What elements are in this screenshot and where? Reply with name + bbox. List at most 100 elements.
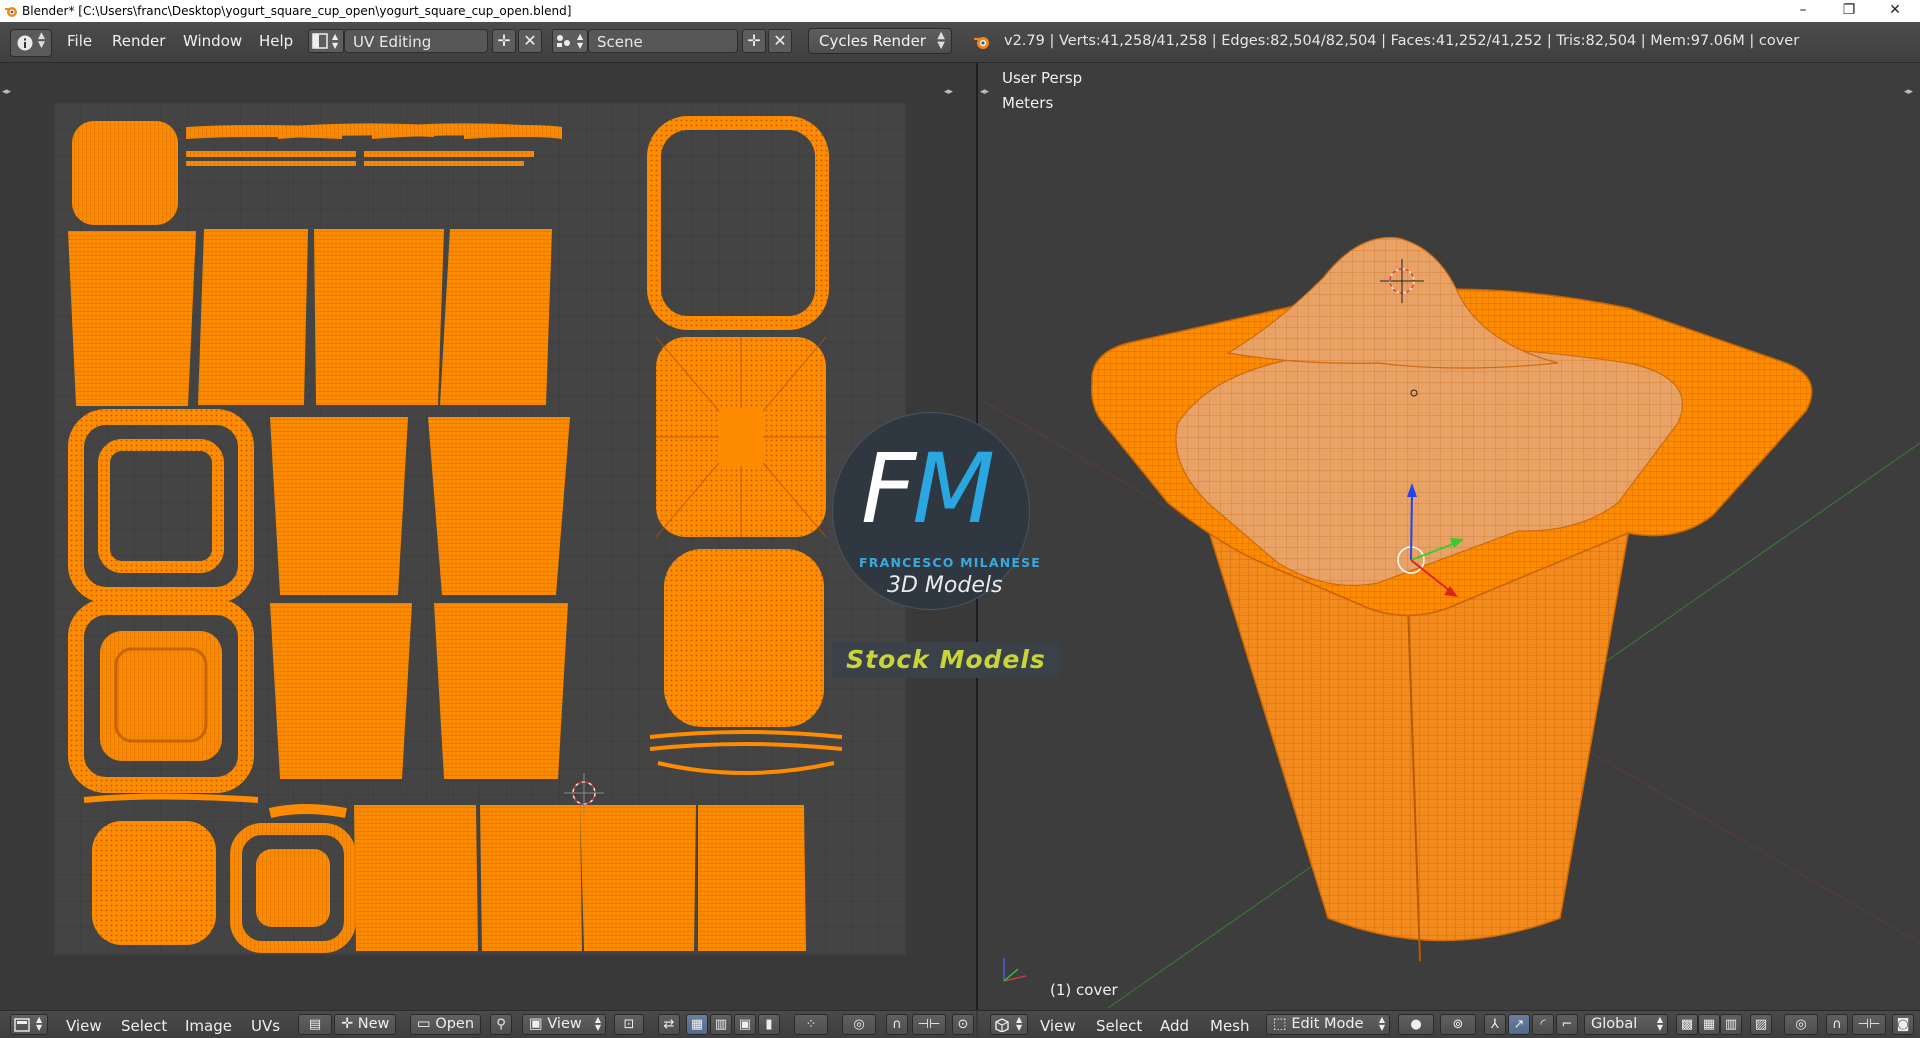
uv-island[interactable] bbox=[480, 805, 582, 951]
menu-window[interactable]: Window bbox=[183, 32, 242, 50]
screen-layout-field[interactable]: UV Editing bbox=[344, 29, 488, 53]
3d-menu-view[interactable]: View bbox=[1040, 1017, 1076, 1035]
uv-island[interactable] bbox=[186, 151, 356, 157]
scene-field[interactable]: Scene bbox=[588, 29, 738, 53]
remove-layout-button[interactable]: ✕ bbox=[518, 29, 542, 53]
3d-menu-mesh[interactable]: Mesh bbox=[1210, 1017, 1250, 1035]
island-select-button[interactable]: ▮ bbox=[758, 1014, 780, 1035]
proportional-edit-button[interactable]: ◎ bbox=[1784, 1014, 1818, 1035]
uv-island[interactable] bbox=[428, 417, 570, 595]
uv-island[interactable] bbox=[186, 161, 356, 166]
open-image-button[interactable]: ▭ Open bbox=[410, 1014, 482, 1035]
uv-island[interactable] bbox=[68, 231, 196, 406]
edge-mode-button[interactable]: ▥ bbox=[1720, 1014, 1742, 1035]
close-button[interactable]: ✕ bbox=[1872, 0, 1918, 22]
sync-selection-button[interactable]: ⇄ bbox=[658, 1014, 680, 1035]
uv-image-editor[interactable]: ◂▸ ◂▸ bbox=[0, 63, 976, 1010]
uv-island[interactable] bbox=[434, 603, 568, 779]
rotate-manipulator-button[interactable]: ◜ bbox=[1532, 1014, 1554, 1035]
mode-dropdown[interactable]: ▣ View ▲ ▼ bbox=[522, 1014, 606, 1035]
layers-button[interactable]: ▩ bbox=[1676, 1014, 1698, 1035]
uv-island[interactable] bbox=[664, 549, 824, 727]
uv-island[interactable] bbox=[72, 121, 178, 225]
uv-island[interactable] bbox=[354, 805, 478, 951]
camera-icon: ◙ bbox=[1896, 1017, 1910, 1032]
region-toggle-icon[interactable]: ◂▸ bbox=[980, 87, 989, 97]
menu-file[interactable]: File bbox=[67, 32, 92, 50]
uv-menu-image[interactable]: Image bbox=[185, 1017, 232, 1035]
render-preview-button[interactable]: ◙ bbox=[1892, 1014, 1914, 1035]
menu-help[interactable]: Help bbox=[259, 32, 293, 50]
info-header: ▲ ▼ File Render Window Help ▲ ▼ UV Editing… bbox=[0, 22, 1920, 63]
snap-element-button[interactable]: ⊣⊢ bbox=[912, 1014, 946, 1035]
uv-overlay-button[interactable]: ⊙ bbox=[952, 1014, 974, 1035]
scene-browse-button[interactable]: ▲ ▼ bbox=[552, 29, 588, 53]
minimize-button[interactable]: – bbox=[1780, 0, 1826, 22]
menu-render[interactable]: Render bbox=[112, 32, 165, 50]
region-toggle-icon[interactable]: ◂▸ bbox=[1904, 87, 1913, 97]
region-toggle-icon[interactable]: ◂▸ bbox=[944, 87, 953, 97]
uv-island[interactable] bbox=[83, 793, 259, 803]
layers-icon: ▩ bbox=[1680, 1017, 1694, 1032]
uv-island[interactable] bbox=[92, 821, 216, 945]
new-image-label: New bbox=[357, 1016, 390, 1032]
uv-menu-uvs[interactable]: UVs bbox=[251, 1017, 280, 1035]
uv-island[interactable] bbox=[364, 151, 534, 157]
3d-menu-select[interactable]: Select bbox=[1096, 1017, 1142, 1035]
editor-type-button[interactable]: ▲ ▼ bbox=[10, 29, 52, 57]
uv-grid-canvas[interactable] bbox=[54, 103, 906, 955]
manipulator-toggle-button[interactable]: ⅄ bbox=[1484, 1014, 1506, 1035]
uv-menu-select[interactable]: Select bbox=[121, 1017, 167, 1035]
region-toggle-icon[interactable]: ◂▸ bbox=[2, 87, 11, 97]
interaction-mode-dropdown[interactable]: ⬚ Edit Mode ▲ ▼ bbox=[1266, 1014, 1390, 1035]
uv-island[interactable] bbox=[270, 603, 412, 779]
updown-arrows-icon: ▲ ▼ bbox=[36, 1015, 43, 1032]
uv-island[interactable] bbox=[314, 229, 444, 405]
occlude-geometry-button[interactable]: ▨ bbox=[1750, 1014, 1772, 1035]
proportional-edit-button[interactable]: ◎ bbox=[842, 1014, 876, 1035]
viewport-canvas[interactable] bbox=[978, 63, 1920, 1010]
maximize-button[interactable]: ❐ bbox=[1826, 0, 1872, 22]
edge-select-button[interactable]: ▥ bbox=[710, 1014, 732, 1035]
transform-orientation-dropdown[interactable]: Global ▲ ▼ bbox=[1584, 1014, 1668, 1035]
snap-button[interactable]: ∩ bbox=[886, 1014, 908, 1035]
editor-type-button[interactable]: ▲ ▼ bbox=[10, 1014, 48, 1035]
3d-menu-add[interactable]: Add bbox=[1160, 1017, 1189, 1035]
sticky-select-button[interactable]: ⁘ bbox=[794, 1014, 828, 1035]
image-browse-button[interactable]: ▤ bbox=[298, 1014, 332, 1035]
uv-island[interactable] bbox=[698, 805, 806, 951]
translate-manipulator-button[interactable]: ↗ bbox=[1508, 1014, 1530, 1035]
editor-type-button[interactable]: ▲ ▼ bbox=[990, 1014, 1028, 1035]
interaction-mode-label: Edit Mode bbox=[1291, 1016, 1364, 1032]
pivot-button[interactable]: ⊡ bbox=[614, 1014, 644, 1035]
yogurt-cup-mesh[interactable] bbox=[1090, 236, 1813, 962]
render-engine-dropdown[interactable]: Cycles Render ▲ ▼ bbox=[808, 28, 952, 54]
uv-island[interactable] bbox=[256, 849, 330, 927]
vertex-select-button[interactable]: ▦ bbox=[686, 1014, 708, 1035]
logo-subtitle: 3D Models bbox=[887, 573, 1003, 598]
uv-island[interactable] bbox=[440, 229, 552, 405]
uv-menu-view[interactable]: View bbox=[66, 1017, 102, 1035]
add-scene-button[interactable]: ✛ bbox=[742, 29, 766, 53]
screen-layout-browse-button[interactable]: ▲ ▼ bbox=[308, 29, 344, 53]
3d-viewport[interactable]: User Persp Meters (1) cover ◂▸ ◂▸ bbox=[978, 63, 1920, 1010]
new-image-button[interactable]: ✛ New bbox=[334, 1014, 397, 1035]
scale-manipulator-button[interactable]: ⌐ bbox=[1556, 1014, 1578, 1035]
uv-island[interactable] bbox=[270, 417, 408, 595]
viewport-shading-dropdown[interactable]: ● bbox=[1398, 1014, 1434, 1035]
uv-island[interactable] bbox=[198, 229, 308, 405]
snap-element-button[interactable]: ⊣⊢ bbox=[1852, 1014, 1886, 1035]
face-select-button[interactable]: ▣ bbox=[734, 1014, 756, 1035]
remove-scene-button[interactable]: ✕ bbox=[768, 29, 792, 53]
scale-icon: ⌐ bbox=[1561, 1017, 1573, 1032]
pin-button[interactable]: ⚲ bbox=[490, 1014, 512, 1035]
sticky-icon: ⁘ bbox=[805, 1017, 817, 1032]
pivot-point-dropdown[interactable]: ⊚ bbox=[1440, 1014, 1476, 1035]
uv-island[interactable] bbox=[268, 804, 347, 818]
snap-button[interactable]: ∩ bbox=[1826, 1014, 1848, 1035]
uv-island[interactable] bbox=[580, 805, 696, 951]
add-layout-button[interactable]: ✛ bbox=[492, 29, 516, 53]
vertex-mode-button[interactable]: ▦ bbox=[1698, 1014, 1720, 1035]
uv-island[interactable] bbox=[464, 125, 562, 139]
uv-island[interactable] bbox=[364, 161, 524, 166]
